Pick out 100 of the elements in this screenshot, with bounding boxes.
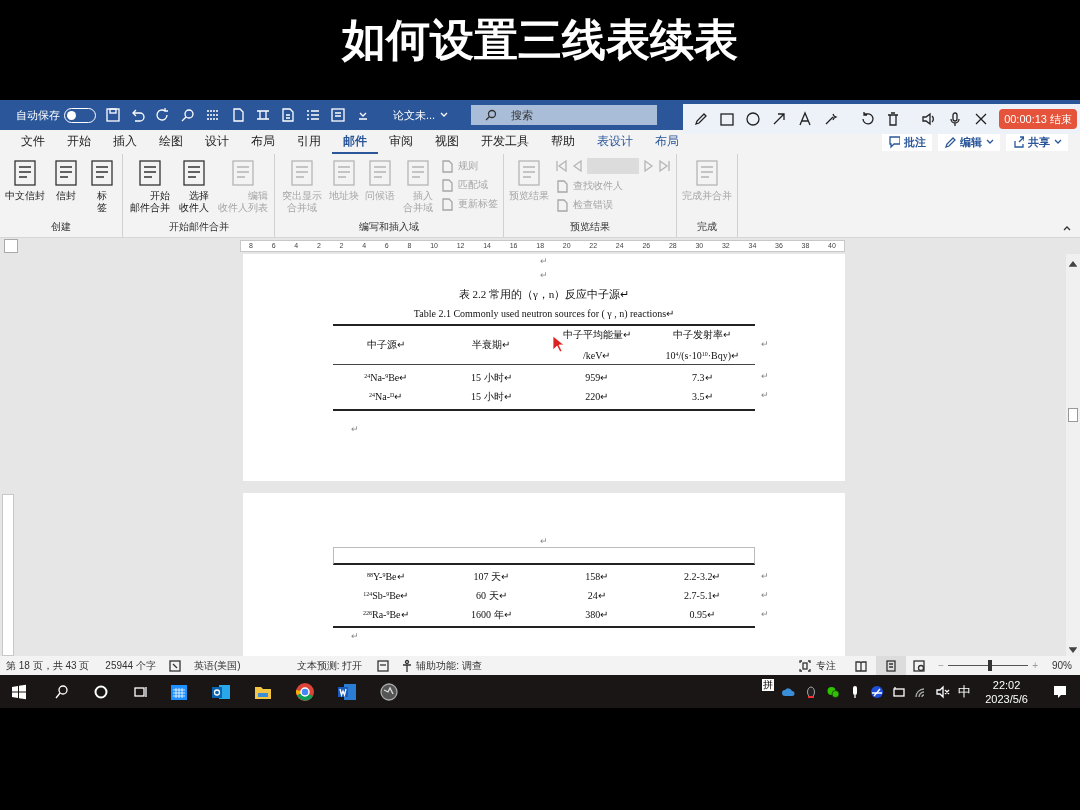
form-icon[interactable] (330, 107, 346, 123)
ribbon-tab[interactable]: 设计 (194, 130, 240, 154)
close-icon[interactable] (973, 111, 989, 127)
ribbon-tab[interactable]: 开始 (56, 130, 102, 154)
magic-wand-icon[interactable] (823, 111, 839, 127)
page-icon[interactable] (280, 107, 296, 123)
zoom-slider-thumb[interactable] (987, 660, 992, 671)
table-cell-text: 7.3↵ (691, 370, 714, 385)
search-icon[interactable] (54, 683, 70, 700)
language-status[interactable]: 英语(美国) (193, 658, 241, 673)
notification-icon[interactable] (1052, 683, 1068, 700)
word-app-icon[interactable] (337, 681, 357, 702)
paragraph-mark: ↵ (540, 269, 548, 282)
ribbon-button[interactable]: 选择 收件人 (177, 158, 210, 218)
ribbon-tab[interactable]: 布局 (240, 130, 286, 154)
header-text: /keV↵ (583, 348, 611, 363)
search-icon (485, 109, 498, 121)
ribbon-tab[interactable]: 布局 (644, 130, 690, 154)
read-mode-icon[interactable] (854, 658, 869, 673)
save-icon[interactable] (105, 107, 121, 123)
paragraph-mark: ↵ (540, 255, 548, 268)
macro-icon[interactable] (376, 658, 391, 673)
document-icon (440, 158, 454, 173)
rectangle-icon[interactable] (719, 111, 735, 127)
chevron-down-icon (1054, 138, 1062, 146)
table-cell-text: 959↵ (584, 370, 610, 385)
microphone-icon[interactable] (947, 111, 963, 127)
ribbon-tab[interactable]: 表设计 (586, 130, 644, 154)
autosave-label: 自动保存 (16, 107, 60, 123)
table-cell-text: 1600 年↵ (470, 608, 513, 622)
search-icon[interactable] (180, 107, 196, 123)
ribbon-button[interactable]: 中文信封 (5, 158, 45, 218)
table-cell-text: $^{24}$Na-$^{D}$↵ (368, 389, 404, 404)
paragraph-mark: ↵ (351, 630, 359, 643)
table-cell-text: 2.2-3.2↵ (683, 570, 722, 584)
header-text: 中子源↵ (366, 338, 405, 352)
chat-bubbles-icon[interactable] (826, 684, 841, 699)
document-icon (440, 196, 454, 211)
ribbon-tab[interactable]: 帮助 (540, 130, 586, 154)
proofing-icon[interactable] (167, 658, 182, 673)
print-layout-button[interactable] (876, 656, 907, 675)
text-prediction-status[interactable]: 文本预测: 打开 (296, 658, 363, 673)
word-count[interactable]: 25944 个字 (105, 658, 156, 673)
table-cell-text: 380↵ (584, 608, 610, 622)
zoom-slider[interactable] (948, 660, 1029, 671)
web-layout-icon[interactable] (912, 658, 927, 673)
ribbon-button[interactable]: 标 签 (87, 158, 117, 218)
stop-recording-button[interactable]: 00:00:13 结束 (999, 109, 1077, 129)
row-end-mark: ↵ (761, 370, 769, 384)
speaker-icon[interactable] (921, 111, 937, 127)
document-title[interactable]: 论文未... (393, 106, 436, 124)
document-icon[interactable] (230, 107, 246, 123)
zoom-level[interactable]: 90% (1052, 658, 1072, 673)
text-tool-icon[interactable] (797, 111, 813, 127)
ribbon-tab[interactable]: 审阅 (378, 130, 424, 154)
circle-icon[interactable] (745, 111, 761, 127)
scroll-up-icon[interactable] (1069, 260, 1077, 268)
scrollbar-thumb[interactable] (1068, 408, 1078, 422)
ribbon-tab[interactable]: 插入 (102, 130, 148, 154)
input-language[interactable]: 中 (958, 681, 972, 702)
ribbon-tab[interactable]: 绘图 (148, 130, 194, 154)
circle-icon[interactable] (93, 683, 109, 700)
ribbon-button[interactable]: 开始 邮件合并 (128, 158, 171, 218)
ribbon-tab[interactable]: 文件 (10, 130, 56, 154)
clock-date[interactable]: 2023/5/6 (985, 691, 1028, 706)
scroll-down-icon[interactable] (1069, 646, 1077, 654)
table-cell-text: 3.5↵ (691, 389, 714, 404)
chevron-down-icon (986, 138, 994, 146)
table-cell-text: 158↵ (584, 570, 610, 584)
undo-icon[interactable] (130, 107, 146, 123)
page-count[interactable]: 第 18 页，共 43 页 (6, 658, 90, 673)
muted-speaker-icon[interactable] (936, 684, 951, 699)
trash-icon[interactable] (885, 111, 901, 127)
ribbon-group-label: 完成 (696, 220, 718, 234)
comment-icon (888, 135, 900, 149)
table-cell-text: 107 天↵ (472, 570, 510, 584)
pencil-icon[interactable] (693, 111, 709, 127)
browser-icon[interactable] (295, 681, 315, 702)
globe-icon[interactable] (379, 681, 399, 702)
list-icon[interactable] (305, 107, 321, 123)
focus-mode-button[interactable]: 专注 (798, 658, 837, 673)
ribbon-button[interactable]: 信封 (51, 158, 81, 218)
clock-time[interactable]: 22:02 (992, 677, 1021, 692)
header-text: 中子发射率↵ (673, 327, 732, 342)
search-field[interactable]: 搜索 (471, 105, 658, 125)
redo-icon[interactable] (155, 107, 171, 123)
input-method-mode[interactable]: 拼 (762, 678, 775, 691)
windows-start-icon[interactable] (11, 683, 27, 700)
ribbon-tab[interactable]: 开发工具 (470, 130, 540, 154)
network-adapter-icon[interactable] (870, 684, 885, 699)
accessibility-status[interactable]: 辅助功能: 调查 (416, 658, 482, 673)
ribbon-tab[interactable]: 引用 (286, 130, 332, 154)
table-cell-text: 60 天↵ (475, 589, 508, 603)
row-end-mark: ↵ (761, 588, 769, 602)
arrow-icon[interactable] (771, 111, 787, 127)
rotate-icon[interactable] (859, 111, 875, 127)
ribbon-tab[interactable]: 视图 (424, 130, 470, 154)
page-icon (884, 658, 899, 673)
table-caption: 表 2.2 常用的（γ，n）反应中子源↵ (458, 287, 630, 302)
ribbon-tab[interactable]: 邮件 (332, 130, 378, 154)
